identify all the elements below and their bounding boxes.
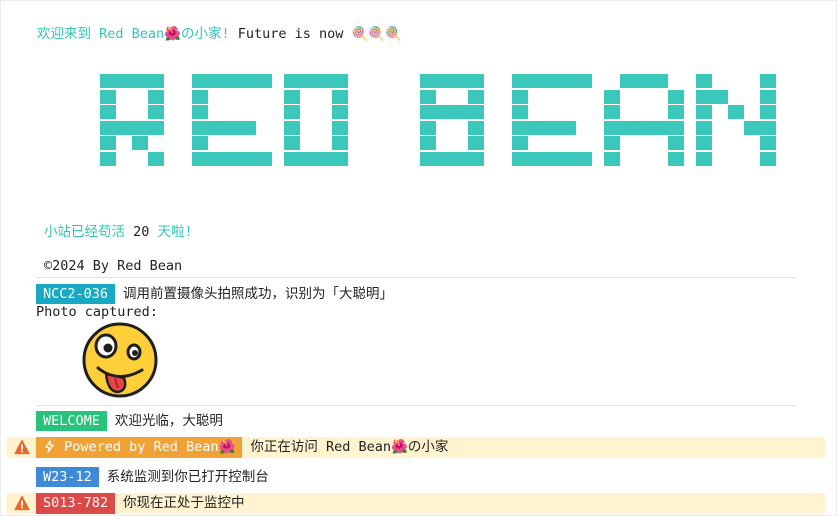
divider — [36, 405, 796, 406]
log-message: 系统监测到你已打开控制台 — [106, 469, 269, 485]
tagline: Future is now — [237, 26, 344, 42]
flower-icon: 🌺 — [164, 26, 181, 42]
divider — [36, 277, 796, 278]
uptime-suffix: 天啦! — [157, 224, 193, 240]
console-warning-entry: Powered by Red Bean🌺 你正在访问 Red Bean🌺の小家 — [6, 437, 826, 458]
warning-icon — [14, 495, 30, 511]
welcome-suffix: の小家! — [180, 26, 230, 42]
console-entry: WELCOME 欢迎光临，大聪明 — [36, 411, 223, 431]
log-badge: NCC2-036 — [36, 284, 116, 304]
welcome-prefix: 欢迎来到 Red Bean — [37, 26, 165, 42]
console-warning-entry: S013-782 你现在正处于监控中 — [6, 493, 826, 514]
log-message: 你正在访问 Red Bean🌺の小家 — [250, 439, 449, 455]
log-badge: Powered by Red Bean🌺 — [36, 437, 243, 458]
lollipop-icon: 🍭🍭🍭 — [351, 26, 402, 42]
photo-label: Photo captured: — [36, 304, 158, 320]
console-entry: W23-12 系统监测到你已打开控制台 — [36, 467, 269, 487]
uptime-prefix: 小站已经苟活 — [44, 224, 125, 240]
log-badge: W23-12 — [36, 467, 99, 487]
log-badge: S013-782 — [36, 493, 116, 514]
log-badge: WELCOME — [36, 411, 107, 431]
log-message: 调用前置摄像头拍照成功，识别为「大聪明」 — [123, 286, 394, 302]
warning-icon — [14, 439, 30, 455]
uptime-days: 20 — [133, 224, 150, 240]
log-message: 欢迎光临，大聪明 — [114, 413, 223, 429]
lightning-icon — [45, 440, 54, 453]
crazy-face-emoji — [82, 322, 158, 398]
welcome-line: 欢迎来到 Red Bean🌺の小家! Future is now 🍭🍭🍭 — [37, 22, 402, 42]
console-entry: NCC2-036 调用前置摄像头拍照成功，识别为「大聪明」 — [36, 284, 393, 304]
uptime-counter: 小站已经苟活 20 天啦! — [44, 220, 193, 240]
log-badge-label: Powered by Red Bean🌺 — [64, 439, 236, 455]
copyright-text: ©2024 By Red Bean — [44, 258, 183, 274]
log-message: 你现在正处于监控中 — [123, 495, 245, 511]
